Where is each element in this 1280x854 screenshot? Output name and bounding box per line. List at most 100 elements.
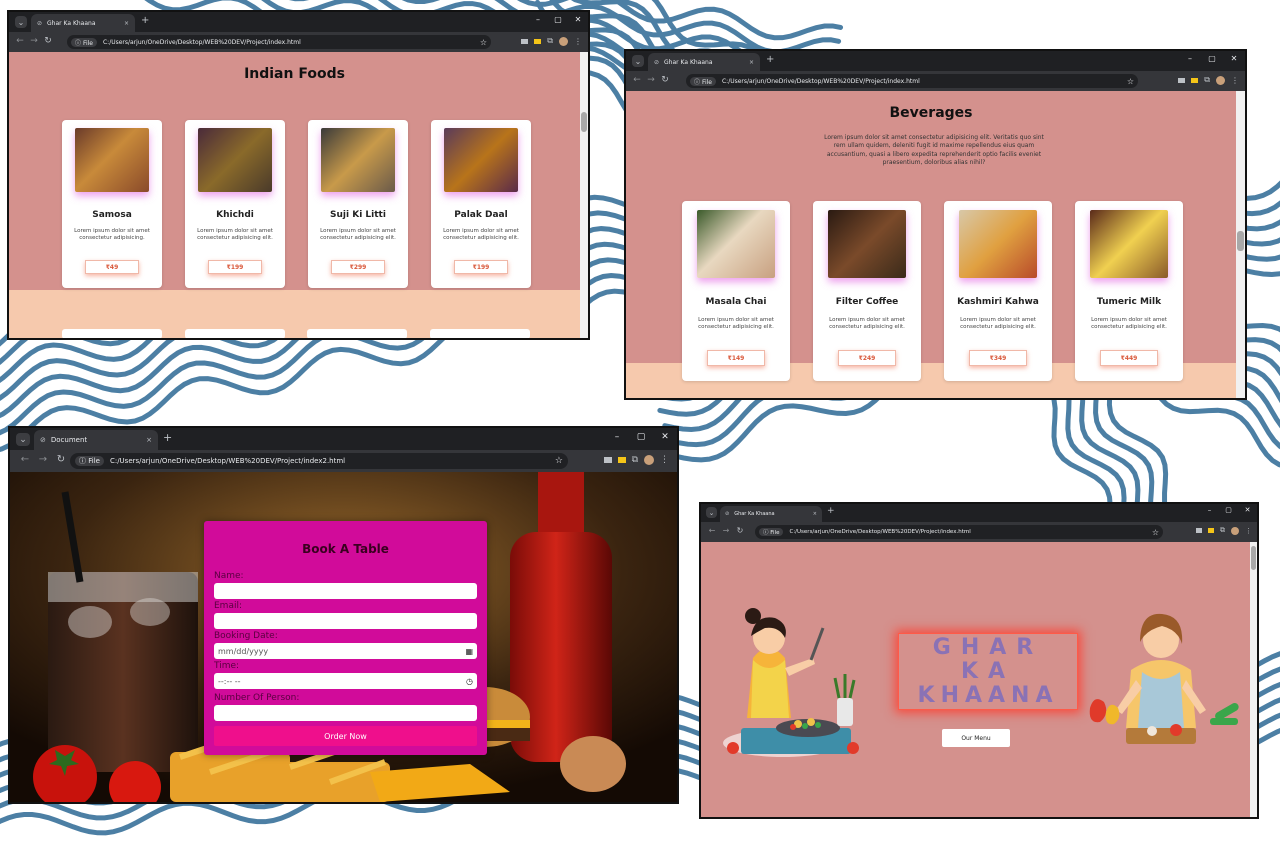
- browser-tab[interactable]: ⊘ Ghar Ka Khaana ×: [648, 53, 760, 71]
- puzzle-icon[interactable]: ⧉: [632, 455, 638, 465]
- clock-icon[interactable]: ◷: [466, 677, 473, 686]
- minimize-icon[interactable]: –: [528, 15, 548, 24]
- scrollbar-thumb[interactable]: [1237, 231, 1244, 251]
- name-input[interactable]: [214, 583, 477, 599]
- puzzle-icon[interactable]: ⧉: [547, 36, 553, 46]
- name-label: Name:: [214, 571, 244, 581]
- price-button[interactable]: ₹199: [208, 260, 262, 274]
- address-bar[interactable]: ⓘ File C:/Users/arjun/OneDrive/Desktop/W…: [686, 74, 1138, 88]
- profile-avatar-icon[interactable]: [1216, 75, 1225, 85]
- window-close-icon[interactable]: ✕: [1238, 506, 1257, 514]
- price-button[interactable]: ₹249: [838, 350, 896, 366]
- menu-icon[interactable]: ⋮: [660, 455, 669, 465]
- address-bar[interactable]: ⓘ File C:/Users/arjun/OneDrive/Desktop/W…: [67, 35, 491, 49]
- menu-icon[interactable]: ⋮: [1245, 527, 1252, 535]
- puzzle-icon[interactable]: ⧉: [1204, 75, 1210, 85]
- scrollbar[interactable]: [580, 52, 588, 338]
- extension-icon[interactable]: [1191, 77, 1199, 83]
- persons-input[interactable]: [214, 705, 477, 721]
- reload-icon[interactable]: ↻: [658, 75, 672, 85]
- profile-avatar-icon[interactable]: [559, 36, 568, 46]
- tab-close-icon[interactable]: ×: [124, 20, 129, 27]
- extension-icon[interactable]: [521, 38, 529, 44]
- browser-tab[interactable]: ⊘ Ghar Ka Khaana ×: [720, 506, 822, 522]
- back-icon[interactable]: ←: [13, 36, 27, 46]
- scrollbar-thumb[interactable]: [1251, 546, 1256, 570]
- tab-search-dropdown[interactable]: ⌄: [706, 507, 717, 518]
- price-button[interactable]: ₹449: [1100, 350, 1158, 366]
- maximize-icon[interactable]: ▢: [1219, 506, 1238, 514]
- extension-icon[interactable]: [603, 457, 612, 463]
- extension-icon[interactable]: [1196, 528, 1202, 533]
- price-button[interactable]: ₹149: [707, 350, 765, 366]
- minimize-icon[interactable]: –: [1200, 506, 1219, 514]
- info-icon: ⓘ: [694, 78, 701, 86]
- browser-tab[interactable]: ⊘ Ghar Ka Khaana ×: [31, 14, 135, 32]
- maximize-icon[interactable]: ▢: [548, 15, 568, 24]
- menu-icon[interactable]: ⋮: [1231, 76, 1239, 85]
- bookmark-star-icon[interactable]: ☆: [555, 456, 563, 466]
- profile-avatar-icon[interactable]: [644, 455, 654, 465]
- price-button[interactable]: ₹349: [969, 350, 1027, 366]
- order-now-button[interactable]: Order Now: [214, 726, 477, 746]
- info-icon: ⓘ: [763, 530, 769, 536]
- email-input[interactable]: [214, 613, 477, 629]
- scrollbar[interactable]: [1250, 542, 1257, 817]
- window-close-icon[interactable]: ✕: [568, 15, 588, 24]
- bookmark-star-icon[interactable]: ☆: [1152, 528, 1159, 537]
- calendar-icon[interactable]: ▦: [465, 647, 473, 656]
- maximize-icon[interactable]: ▢: [629, 432, 653, 442]
- card-top: [62, 329, 162, 338]
- tab-close-icon[interactable]: ×: [146, 436, 152, 444]
- back-icon[interactable]: ←: [16, 454, 34, 465]
- address-bar[interactable]: ⓘ File C:/Users/arjun/OneDrive/Desktop/W…: [70, 453, 568, 469]
- scrollbar-thumb[interactable]: [581, 112, 587, 132]
- minimize-icon[interactable]: –: [1179, 54, 1201, 63]
- forward-icon[interactable]: →: [719, 526, 733, 535]
- reload-icon[interactable]: ↻: [733, 526, 747, 535]
- price-button[interactable]: ₹299: [331, 260, 385, 274]
- tab-search-dropdown[interactable]: ⌄: [15, 16, 27, 28]
- menu-icon[interactable]: ⋮: [574, 37, 582, 46]
- new-tab-icon[interactable]: +: [141, 15, 149, 26]
- booking-date-label: Booking Date:: [214, 631, 278, 641]
- new-tab-icon[interactable]: +: [827, 506, 835, 516]
- forward-icon[interactable]: →: [34, 454, 52, 465]
- extension-icon[interactable]: [1208, 528, 1214, 533]
- forward-icon[interactable]: →: [644, 75, 658, 85]
- toolbar-extensions: ⧉ ⋮: [1172, 75, 1239, 85]
- bookmark-star-icon[interactable]: ☆: [1127, 77, 1134, 86]
- bookmark-star-icon[interactable]: ☆: [480, 38, 487, 47]
- new-tab-icon[interactable]: +: [163, 431, 172, 444]
- puzzle-icon[interactable]: ⧉: [1220, 526, 1225, 535]
- window-close-icon[interactable]: ✕: [1223, 54, 1245, 63]
- time-input[interactable]: --:-- -- ◷: [214, 673, 477, 689]
- booking-date-input[interactable]: mm/dd/yyyy ▦: [214, 643, 477, 659]
- browser-window-beverages: ⌄ ⊘ Ghar Ka Khaana × + – ▢ ✕ ← → ↻ ⓘ Fil…: [624, 49, 1247, 400]
- tab-title: Ghar Ka Khaana: [664, 58, 713, 66]
- extension-icon[interactable]: [1178, 77, 1186, 83]
- minimize-icon[interactable]: –: [605, 432, 629, 442]
- maximize-icon[interactable]: ▢: [1201, 54, 1223, 63]
- back-icon[interactable]: ←: [630, 75, 644, 85]
- price-button[interactable]: ₹49: [85, 260, 139, 274]
- browser-tab[interactable]: ⊘ Document ×: [34, 430, 158, 450]
- tab-close-icon[interactable]: ×: [813, 511, 817, 517]
- extension-icon[interactable]: [534, 38, 542, 44]
- tab-search-dropdown[interactable]: ⌄: [632, 55, 644, 67]
- our-menu-button[interactable]: Our Menu: [942, 729, 1010, 747]
- reload-icon[interactable]: ↻: [41, 36, 55, 46]
- back-icon[interactable]: ←: [705, 526, 719, 535]
- forward-icon[interactable]: →: [27, 36, 41, 46]
- tab-close-icon[interactable]: ×: [749, 59, 754, 66]
- tab-search-dropdown[interactable]: ⌄: [16, 433, 30, 446]
- profile-avatar-icon[interactable]: [1231, 526, 1239, 535]
- extension-icon[interactable]: [617, 457, 626, 463]
- scrollbar[interactable]: [1236, 91, 1245, 398]
- price-button[interactable]: ₹199: [454, 260, 508, 274]
- new-tab-icon[interactable]: +: [766, 54, 774, 65]
- reload-icon[interactable]: ↻: [52, 454, 70, 465]
- browser-toolbar: ← → ↻ ⓘ File C:/Users/arjun/OneDrive/Des…: [10, 450, 677, 472]
- address-bar[interactable]: ⓘ File C:/Users/arjun/OneDrive/Desktop/W…: [755, 525, 1163, 539]
- window-close-icon[interactable]: ✕: [653, 432, 677, 442]
